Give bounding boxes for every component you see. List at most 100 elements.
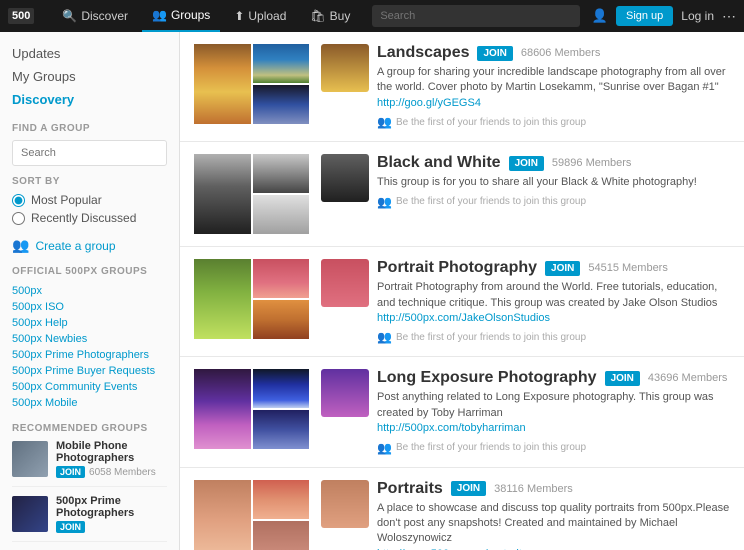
bw-header: Black and White JOIN 59896 Members bbox=[377, 154, 730, 172]
most-popular-option[interactable]: Most Popular bbox=[12, 193, 167, 207]
rec-group-0-members: 6058 Members bbox=[89, 467, 156, 478]
rec-group-1-thumb bbox=[12, 496, 48, 532]
find-group-input[interactable] bbox=[12, 140, 167, 166]
le-friends: 👥 Be the first of your friends to join t… bbox=[377, 441, 730, 455]
create-group-link[interactable]: 👥 Create a group bbox=[12, 237, 167, 254]
le-header: Long Exposure Photography JOIN 43696 Mem… bbox=[377, 369, 730, 387]
group-card-bw: Black and White JOIN 59896 Members This … bbox=[180, 142, 744, 247]
portrait-photo-header: Portrait Photography JOIN 54515 Members bbox=[377, 259, 730, 277]
rec-group-1-sub: JOIN bbox=[56, 521, 167, 533]
portrait-photo-link[interactable]: http://500px.com/JakeOlsonStudios bbox=[377, 311, 730, 326]
nav-groups[interactable]: 👥 Groups bbox=[142, 0, 220, 32]
portrait-thumb-3 bbox=[253, 300, 309, 339]
portrait-photo-name: Portrait Photography bbox=[377, 259, 537, 277]
portrait-photo-info: Portrait Photography JOIN 54515 Members … bbox=[377, 259, 730, 344]
login-button[interactable]: Log in bbox=[681, 9, 714, 23]
landscapes-thumbs bbox=[194, 44, 309, 124]
nav-discover[interactable]: 🔍 Discover bbox=[52, 0, 138, 32]
friends-icon-0: 👥 bbox=[377, 115, 392, 129]
bw-thumb-3 bbox=[253, 195, 309, 234]
portrait-photo-join-button[interactable]: JOIN bbox=[545, 261, 580, 276]
sidebar-updates[interactable]: Updates bbox=[12, 42, 167, 65]
rec-group-1-join[interactable]: JOIN bbox=[56, 521, 85, 533]
rec-group-0-info: Mobile Phone Photographers JOIN 6058 Mem… bbox=[56, 440, 167, 478]
create-group-icon: 👥 bbox=[12, 237, 29, 254]
portrait-photo-info-wrapper: Portrait Photography JOIN 54515 Members … bbox=[321, 259, 730, 344]
landscapes-icon bbox=[321, 44, 369, 92]
buy-icon: 🛍 bbox=[310, 9, 325, 23]
le-thumb-2 bbox=[253, 369, 309, 408]
le-thumbs-col bbox=[253, 369, 309, 449]
le-link[interactable]: http://500px.com/tobyharriman bbox=[377, 421, 730, 436]
portraits-name: Portraits bbox=[377, 480, 443, 498]
official-link-6[interactable]: 500px Community Events bbox=[12, 379, 167, 395]
bw-info: Black and White JOIN 59896 Members This … bbox=[377, 154, 730, 208]
official-link-4[interactable]: 500px Prime Photographers bbox=[12, 347, 167, 363]
portraits-members: 38116 Members bbox=[494, 483, 573, 495]
landscapes-members: 68606 Members bbox=[521, 47, 601, 59]
le-members: 43696 Members bbox=[648, 372, 728, 384]
rec-group-1-info: 500px Prime Photographers JOIN bbox=[56, 495, 167, 533]
official-groups-label: OFFICIAL 500PX GROUPS bbox=[12, 266, 167, 277]
official-link-7[interactable]: 500px Mobile bbox=[12, 395, 167, 411]
portraits-thumb-3 bbox=[253, 521, 309, 550]
friends-icon-1: 👥 bbox=[377, 195, 392, 209]
friends-icon-3: 👥 bbox=[377, 441, 392, 455]
sidebar-mygroups[interactable]: My Groups bbox=[12, 65, 167, 88]
le-thumb-3 bbox=[253, 410, 309, 449]
official-link-2[interactable]: 500px Help bbox=[12, 315, 167, 331]
official-link-3[interactable]: 500px Newbies bbox=[12, 331, 167, 347]
recently-discussed-label: Recently Discussed bbox=[31, 211, 136, 225]
logo: 500 bbox=[8, 8, 40, 24]
logo-icon: 500 bbox=[8, 8, 34, 24]
portraits-thumbs-col bbox=[253, 480, 309, 550]
recommended-groups-label: RECOMMENDED GROUPS bbox=[12, 423, 167, 434]
nav-buy[interactable]: 🛍 Buy bbox=[300, 0, 360, 32]
official-link-1[interactable]: 500px ISO bbox=[12, 299, 167, 315]
le-join-button[interactable]: JOIN bbox=[605, 371, 640, 386]
portrait-photo-desc: Portrait Photography from around the Wor… bbox=[377, 280, 730, 326]
sidebar-discovery[interactable]: Discovery bbox=[12, 88, 167, 111]
portraits-header: Portraits JOIN 38116 Members bbox=[377, 480, 730, 498]
le-thumb-1 bbox=[194, 369, 251, 449]
recently-discussed-option[interactable]: Recently Discussed bbox=[12, 211, 167, 225]
rec-group-1-name: 500px Prime Photographers bbox=[56, 495, 167, 519]
friends-icon-2: 👥 bbox=[377, 330, 392, 344]
landscapes-name: Landscapes bbox=[377, 44, 469, 62]
bw-thumbs-col bbox=[253, 154, 309, 234]
search-input[interactable] bbox=[372, 5, 579, 27]
nav-upload[interactable]: ⬆ Upload bbox=[224, 0, 296, 32]
portrait-photo-members: 54515 Members bbox=[588, 262, 668, 274]
rec-group-0-join[interactable]: JOIN bbox=[56, 466, 85, 478]
portraits-thumb-1 bbox=[194, 480, 251, 550]
landscapes-thumb-1 bbox=[194, 44, 251, 124]
find-group-label: FIND A GROUP bbox=[12, 123, 167, 134]
landscapes-desc: A group for sharing your incredible land… bbox=[377, 65, 730, 111]
landscapes-info: Landscapes JOIN 68606 Members A group fo… bbox=[377, 44, 730, 129]
more-icon[interactable]: ⋯ bbox=[722, 8, 736, 25]
portrait-thumbs-col bbox=[253, 259, 309, 339]
le-desc: Post anything related to Long Exposure p… bbox=[377, 390, 730, 436]
portraits-join-button[interactable]: JOIN bbox=[451, 481, 486, 496]
search-area bbox=[372, 5, 579, 27]
group-card-portraits: Portraits JOIN 38116 Members A place to … bbox=[180, 468, 744, 550]
portraits-thumbs bbox=[194, 480, 309, 550]
le-name: Long Exposure Photography bbox=[377, 369, 597, 387]
portrait-photo-friends: 👥 Be the first of your friends to join t… bbox=[377, 330, 730, 344]
landscapes-thumbs-col bbox=[253, 44, 309, 124]
bw-friends: 👥 Be the first of your friends to join t… bbox=[377, 195, 730, 209]
portrait-photo-icon bbox=[321, 259, 369, 307]
official-link-5[interactable]: 500px Prime Buyer Requests bbox=[12, 363, 167, 379]
landscapes-friends: 👥 Be the first of your friends to join t… bbox=[377, 115, 730, 129]
landscapes-link[interactable]: http://goo.gl/yGEGS4 bbox=[377, 97, 481, 109]
landscapes-header: Landscapes JOIN 68606 Members bbox=[377, 44, 730, 62]
landscapes-thumb-2 bbox=[253, 44, 309, 83]
portraits-thumb-2 bbox=[253, 480, 309, 519]
official-link-0[interactable]: 500px bbox=[12, 283, 167, 299]
landscapes-join-button[interactable]: JOIN bbox=[477, 46, 512, 61]
signup-button[interactable]: Sign up bbox=[616, 6, 673, 26]
rec-group-0-thumb bbox=[12, 441, 48, 477]
top-navigation: 500 🔍 Discover 👥 Groups ⬆ Upload 🛍 Buy 👤… bbox=[0, 0, 744, 32]
bw-thumb-1 bbox=[194, 154, 251, 234]
bw-join-button[interactable]: JOIN bbox=[509, 156, 544, 171]
